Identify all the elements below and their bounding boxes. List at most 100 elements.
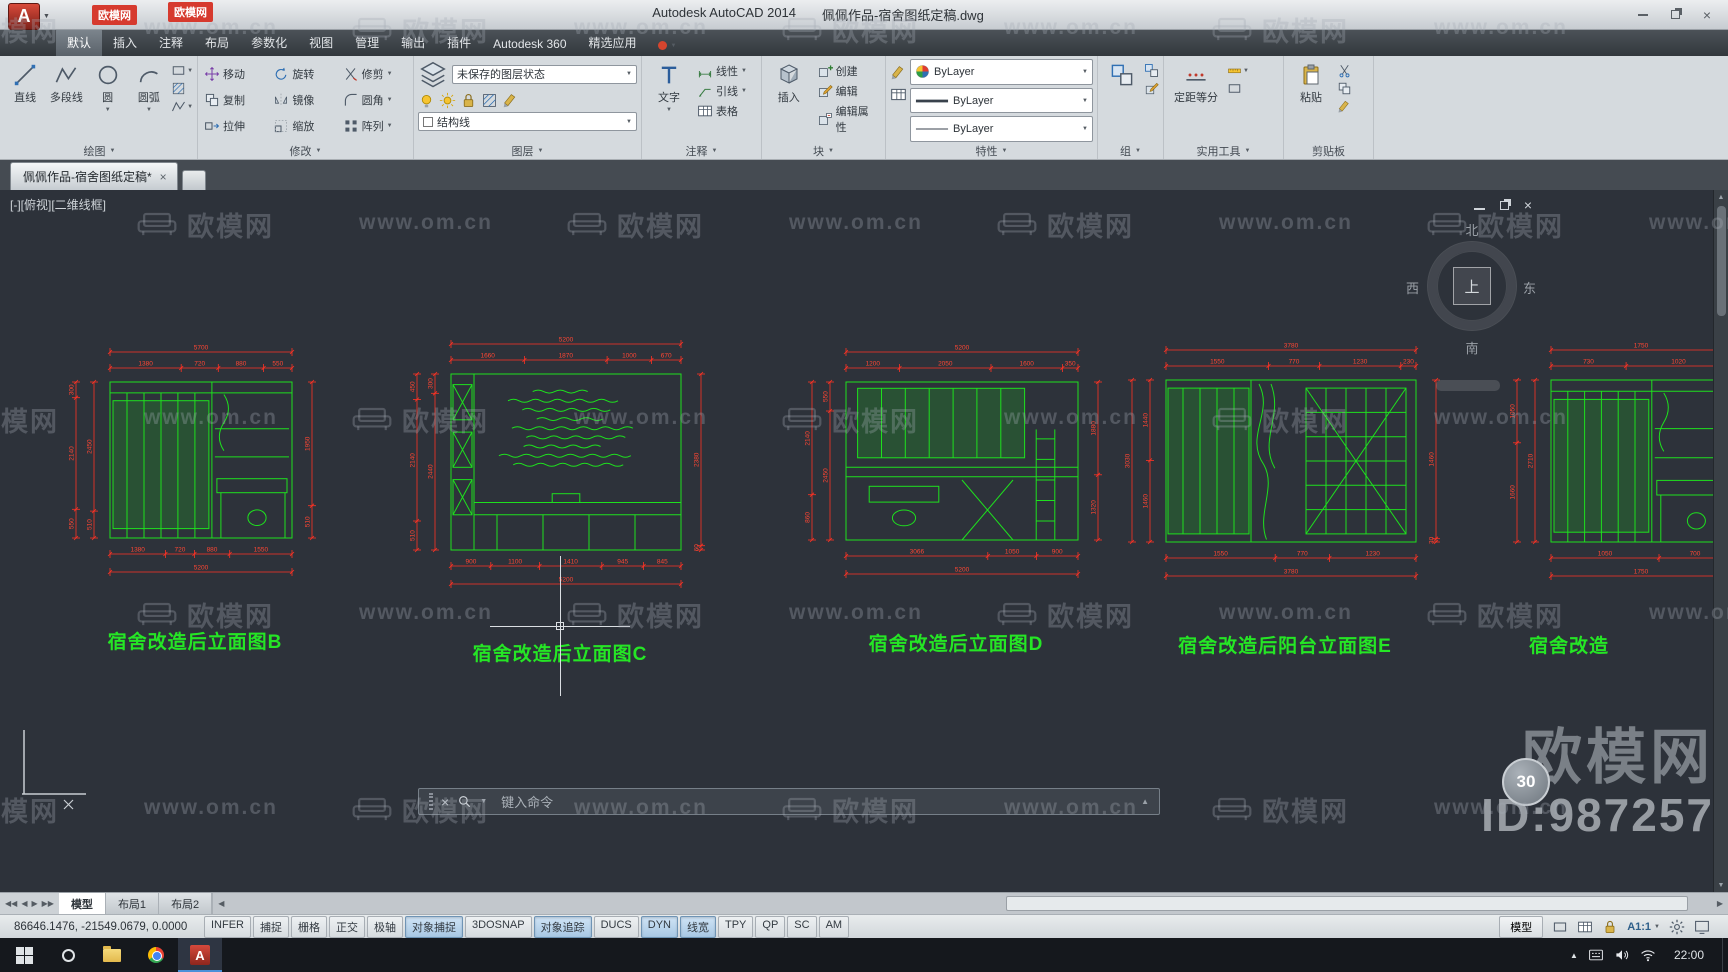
horizontal-scrollbar[interactable]: ◀ ▶ (212, 893, 1728, 914)
leader-button[interactable]: 引线 ▼ (695, 83, 749, 99)
restore-button[interactable] (1668, 8, 1682, 22)
insert-block-button[interactable]: 插入 (766, 59, 812, 142)
copy-button[interactable]: 复制 (202, 87, 269, 113)
navigation-bar[interactable] (1436, 380, 1500, 391)
exchange-apps-button[interactable]: ▼ (648, 41, 687, 56)
tray-expand-icon[interactable]: ▲ (1570, 951, 1578, 960)
command-grip[interactable] (429, 793, 433, 810)
trim-button[interactable]: 修剪 ▼ (341, 61, 408, 87)
status-toggle[interactable]: DUCS (593, 915, 639, 938)
scrollbar-thumb[interactable] (1716, 206, 1726, 316)
elevation-drawing-group[interactable]: 5700 1380 720 880 550 1380 720 880 1550 5200 300 21… (64, 340, 326, 654)
match-properties-icon[interactable] (890, 64, 907, 81)
layout-tab[interactable]: 模型 (58, 893, 106, 914)
command-expand-icon[interactable]: ▲ (1141, 797, 1149, 806)
panel-title-draw[interactable]: 绘图 ▼ (2, 142, 197, 159)
ribbon-tab-7[interactable]: 管理 (344, 29, 390, 56)
scroll-right-icon[interactable]: ▶ (1717, 899, 1723, 908)
ime-icon[interactable] (1588, 947, 1604, 963)
cut-button[interactable] (1337, 63, 1352, 78)
browser-button[interactable] (134, 938, 178, 972)
mirror-button[interactable]: 镜像 (271, 87, 338, 113)
panel-title-clipboard[interactable]: 剪贴板 (1284, 142, 1373, 159)
viewcube-south[interactable]: 南 (1404, 338, 1540, 357)
model-space-button[interactable]: 模型 (1499, 915, 1544, 938)
fillet-button[interactable]: 圆角 ▼ (341, 87, 408, 113)
more-draw-tools-button[interactable]: ▼ (171, 99, 193, 114)
panel-title-properties[interactable]: 特性 ▼ (886, 142, 1097, 159)
properties-list-icon[interactable] (890, 86, 907, 103)
status-toggle[interactable]: 3DOSNAP (465, 915, 532, 938)
drawing-close-icon[interactable]: × (1524, 198, 1532, 212)
drawing-label[interactable]: 宿舍改造后立面图B (64, 627, 326, 654)
command-line[interactable]: × ▼ 键入命令 ▲ (418, 788, 1160, 815)
status-toggle[interactable]: AM (818, 915, 850, 938)
new-drawing-tab-button[interactable] (181, 170, 206, 190)
scroll-left-icon[interactable]: ◀ (218, 899, 224, 908)
layout-tab[interactable]: 布局2 (159, 893, 213, 914)
hscrollbar-thumb[interactable] (1006, 896, 1688, 911)
first-tab-icon[interactable]: ◀◀ (5, 899, 17, 908)
gear-icon[interactable] (1669, 919, 1685, 935)
circle-button[interactable]: 圆 ▼ (89, 59, 127, 142)
panel-title-utilities[interactable]: 实用工具 ▼ (1164, 142, 1283, 159)
status-toggle[interactable]: 线宽 (679, 915, 716, 938)
layer-thaw-icon[interactable] (439, 92, 456, 109)
copy-clip-button[interactable] (1337, 81, 1352, 96)
status-toggle[interactable]: 捕捉 (253, 915, 289, 938)
ungroup-button[interactable] (1144, 63, 1159, 78)
viewport-controls[interactable]: [-][俯视][二维线框] (10, 196, 106, 213)
lineweight-dropdown[interactable]: ByLayer ▼ (910, 87, 1093, 114)
panel-title-group[interactable]: 组 ▼ (1098, 142, 1163, 159)
viewcube-top-face[interactable]: 上 (1453, 267, 1491, 305)
status-toggle[interactable]: 对象捕捉 (405, 915, 463, 938)
linear-dimension-button[interactable]: 线性 ▼ (695, 63, 749, 79)
taskbar-clock[interactable]: 22:00 (1666, 948, 1712, 962)
taskbar-autocad-button[interactable]: A (178, 938, 222, 972)
elevation-drawing-group[interactable]: 3780 1550 770 1230 230 1550 770 1230 3780 3030 144… (1120, 338, 1450, 658)
drawing-minimize-icon[interactable] (1473, 208, 1485, 210)
drawing-restore-icon[interactable] (1499, 200, 1509, 210)
status-toggle[interactable]: INFER (204, 915, 251, 938)
group-button[interactable] (1102, 59, 1141, 142)
quick-view-layouts-icon[interactable] (1577, 919, 1593, 935)
arc-button[interactable]: 圆弧 ▼ (130, 59, 168, 142)
elevation-drawing-group[interactable]: 1750730102010507001750105016602710105070… (1505, 338, 1728, 658)
quick-select-button[interactable] (1227, 81, 1249, 96)
command-history-caret-icon[interactable]: ▼ (480, 798, 487, 805)
scroll-down-icon[interactable]: ▼ (1714, 878, 1728, 892)
linetype-dropdown[interactable]: ByLayer ▼ (910, 116, 1093, 143)
match-button[interactable] (1337, 99, 1352, 114)
ribbon-tab-1[interactable]: 默认 (56, 29, 103, 56)
measure-button[interactable]: ▼ (1227, 63, 1249, 78)
ribbon-tab-3[interactable]: 注释 (148, 29, 194, 56)
layer-match-icon[interactable] (502, 92, 519, 109)
close-button[interactable]: × (1700, 8, 1714, 22)
status-toggle[interactable]: 对象追踪 (533, 915, 592, 938)
application-menu-button[interactable]: A ▼ (8, 3, 50, 30)
object-color-dropdown[interactable]: ByLayer ▼ (910, 59, 1093, 85)
quick-view-drawings-icon[interactable] (1552, 919, 1568, 935)
layer-isolate-icon[interactable] (481, 92, 498, 109)
scroll-up-icon[interactable]: ▲ (1714, 190, 1728, 204)
drawing-label[interactable]: 宿舍改造 (1505, 631, 1728, 658)
vertical-scrollbar[interactable]: ▲ ▼ (1713, 190, 1728, 892)
volume-icon[interactable] (1614, 947, 1630, 963)
panel-title-block[interactable]: 块 ▼ (762, 142, 885, 159)
viewcube[interactable]: 北 西 东 南 上 (1404, 220, 1540, 370)
array-button[interactable]: 阵列 ▼ (341, 113, 408, 139)
network-icon[interactable] (1640, 947, 1656, 963)
panel-title-modify[interactable]: 修改 ▼ (198, 142, 413, 159)
group-edit-button[interactable] (1144, 81, 1159, 96)
search-button[interactable] (46, 938, 90, 972)
ribbon-tab-11[interactable]: 精选应用 (578, 29, 648, 56)
move-button[interactable]: 移动 (202, 61, 269, 87)
layer-off-icon[interactable] (418, 92, 435, 109)
document-tab[interactable]: 佩佩作品-宿舍图纸定稿* × (10, 162, 178, 190)
edit-block-button[interactable]: 编辑 (815, 83, 881, 99)
drawing-canvas[interactable]: [-][俯视][二维线框] × 北 西 东 南 上 5700 1380 720 880… (0, 190, 1728, 892)
ribbon-tab-4[interactable]: 布局 (194, 29, 240, 56)
ribbon-tab-2[interactable]: 插入 (102, 29, 148, 56)
current-layer-dropdown[interactable]: 结构线 ▼ (418, 112, 637, 131)
layer-properties-icon[interactable] (418, 59, 448, 89)
